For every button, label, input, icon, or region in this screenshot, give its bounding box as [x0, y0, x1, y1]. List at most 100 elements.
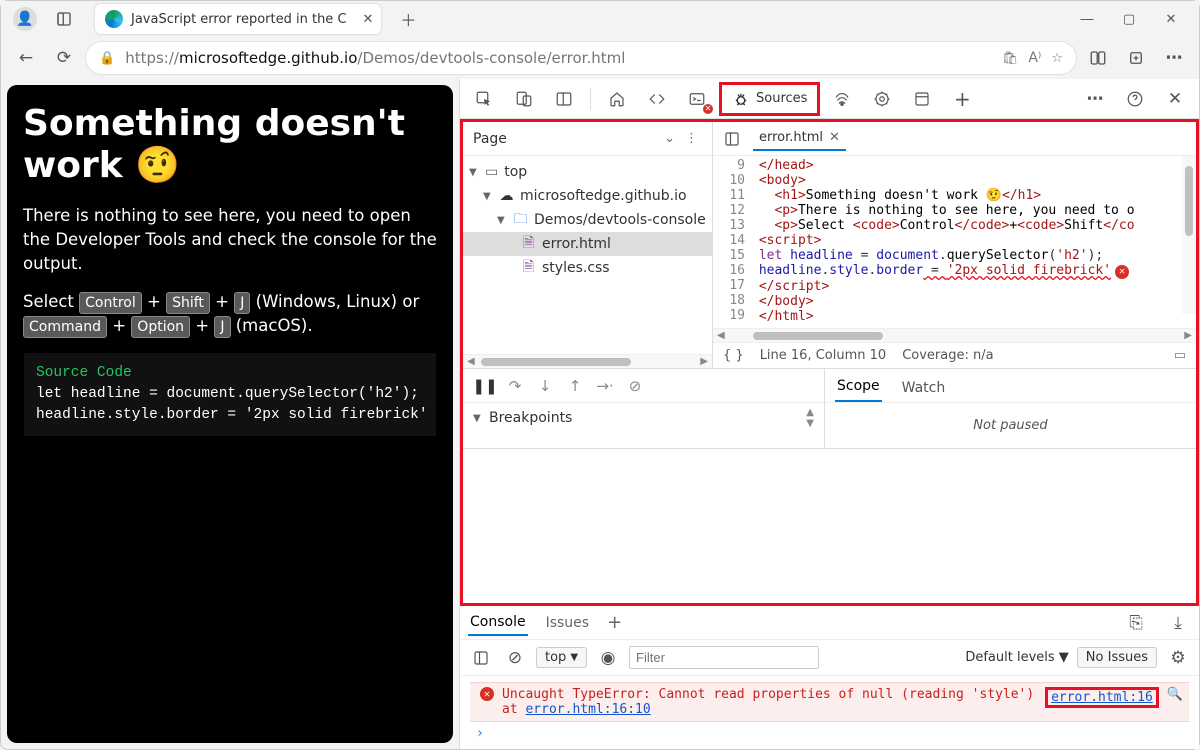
- split-screen-icon[interactable]: [1081, 41, 1115, 75]
- add-tool-icon[interactable]: +: [944, 84, 980, 114]
- sources-tool-tab[interactable]: Sources: [719, 82, 820, 116]
- console-output: ✕ Uncaught TypeError: Cannot read proper…: [460, 676, 1199, 749]
- editor-status-bar: { } Line 16, Column 10 Coverage: n/a ▭: [713, 342, 1196, 368]
- edge-logo-icon: [105, 10, 123, 28]
- console-toolbar: ⊘ top▼ ◉ Default levels ▼ No Issues ⚙: [460, 640, 1199, 676]
- issues-drawer-tab[interactable]: Issues: [544, 611, 592, 635]
- source-code-box: Source Code let headline = document.quer…: [23, 352, 437, 437]
- navigator-more-icon[interactable]: ⋮: [681, 131, 702, 146]
- webpage-content: Something doesn't work 🤨 There is nothin…: [7, 85, 453, 743]
- search-error-icon[interactable]: 🔍: [1167, 687, 1183, 702]
- console-settings-icon[interactable]: ⚙: [1165, 643, 1191, 673]
- code-content[interactable]: </head> <body> <h1>Something doesn't wor…: [751, 156, 1196, 328]
- window-close-button[interactable]: ✕: [1151, 5, 1191, 33]
- step-out-icon[interactable]: ↑: [561, 373, 589, 399]
- cursor-position: Line 16, Column 10: [760, 348, 887, 363]
- error-badge-icon[interactable]: ✕: [1115, 265, 1129, 279]
- window-titlebar: 👤 JavaScript error reported in the C ✕ ＋…: [1, 1, 1199, 37]
- tree-top[interactable]: ▼▭top: [463, 160, 712, 184]
- elements-tool-icon[interactable]: [639, 84, 675, 114]
- window-maximize-button[interactable]: ▢: [1109, 5, 1149, 33]
- devtools-more-icon[interactable]: ⋯: [1077, 84, 1113, 114]
- read-aloud-icon[interactable]: A⁾: [1028, 50, 1041, 66]
- devtools-toolbar: ✕ Sources + ⋯ ✕: [460, 79, 1199, 119]
- tree-file-html[interactable]: 🗎error.html: [463, 232, 712, 256]
- console-prompt[interactable]: ›: [470, 722, 1189, 745]
- url-text: https://microsoftedge.github.io/Demos/de…: [125, 49, 625, 67]
- tree-file-css[interactable]: 🗎styles.css: [463, 256, 712, 280]
- address-bar[interactable]: 🔒 https://microsoftedge.github.io/Demos/…: [85, 41, 1077, 75]
- devtools-help-icon[interactable]: [1117, 84, 1153, 114]
- source-editor: error.html✕ 910111213141516171819 </head…: [713, 122, 1196, 368]
- favorite-icon[interactable]: ☆: [1051, 51, 1063, 66]
- console-tool-icon[interactable]: ✕: [679, 84, 715, 114]
- expand-drawer-icon[interactable]: ⤓: [1165, 608, 1191, 638]
- chevron-down-icon[interactable]: ⌄: [664, 131, 675, 146]
- show-coverage-icon[interactable]: ▭: [1174, 348, 1186, 363]
- inspect-element-icon[interactable]: [466, 84, 502, 114]
- editor-file-tab[interactable]: error.html✕: [753, 126, 846, 151]
- console-error-row[interactable]: ✕ Uncaught TypeError: Cannot read proper…: [470, 682, 1189, 722]
- console-filter-input[interactable]: [629, 646, 819, 669]
- new-tab-button[interactable]: ＋: [391, 7, 425, 31]
- close-file-icon[interactable]: ✕: [829, 130, 840, 145]
- pause-button[interactable]: ❚❚: [471, 373, 499, 399]
- devtools-panel: ✕ Sources + ⋯ ✕ Page ⌄ ⋮: [459, 79, 1199, 749]
- editor-vscrollbar[interactable]: [1182, 156, 1196, 314]
- network-tool-icon[interactable]: [824, 84, 860, 114]
- back-button[interactable]: ←: [9, 41, 43, 75]
- deactivate-breakpoints-icon[interactable]: ⊘: [621, 373, 649, 399]
- step-icon[interactable]: →·: [591, 373, 619, 399]
- collections-icon[interactable]: [1119, 41, 1153, 75]
- live-expression-icon[interactable]: ◉: [595, 643, 621, 673]
- pretty-print-icon[interactable]: { }: [723, 348, 744, 363]
- tab-title: JavaScript error reported in the C: [131, 12, 347, 27]
- editor-nav-icon[interactable]: [719, 124, 745, 154]
- debugger-pane: ❚❚ ↷ ↓ ↑ →· ⊘ ▼Breakpoints▲▼: [463, 369, 825, 448]
- devtools-close-icon[interactable]: ✕: [1157, 84, 1193, 114]
- dock-side-icon[interactable]: [546, 84, 582, 114]
- log-levels-selector[interactable]: Default levels ▼: [965, 650, 1068, 665]
- coverage-status: Coverage: n/a: [902, 348, 993, 363]
- context-selector[interactable]: top▼: [536, 647, 587, 668]
- device-emulation-icon[interactable]: [506, 84, 542, 114]
- browser-tab[interactable]: JavaScript error reported in the C ✕: [95, 4, 381, 34]
- tree-host[interactable]: ▼☁microsoftedge.github.io: [463, 184, 712, 208]
- console-sidebar-icon[interactable]: [468, 643, 494, 673]
- step-over-icon[interactable]: ↷: [501, 373, 529, 399]
- application-tool-icon[interactable]: [904, 84, 940, 114]
- site-lock-icon[interactable]: 🔒: [99, 51, 115, 66]
- console-drawer-tab[interactable]: Console: [468, 610, 528, 636]
- refresh-button[interactable]: ⟳: [47, 41, 81, 75]
- dock-drawer-icon[interactable]: ⎘: [1123, 608, 1149, 638]
- browser-menu-icon[interactable]: ⋯: [1157, 41, 1191, 75]
- page-heading: Something doesn't work 🤨: [23, 103, 437, 188]
- add-drawer-tool-icon[interactable]: +: [607, 612, 622, 633]
- watch-tab[interactable]: Watch: [900, 374, 948, 402]
- scope-tab[interactable]: Scope: [835, 372, 882, 402]
- welcome-tool-icon[interactable]: [599, 84, 635, 114]
- page-nav-tab[interactable]: Page: [473, 131, 658, 147]
- file-navigator: Page ⌄ ⋮ ▼▭top ▼☁microsoftedge.github.io…: [463, 122, 713, 368]
- breakpoints-section[interactable]: ▼Breakpoints▲▼: [463, 403, 824, 433]
- page-intro: There is nothing to see here, you need t…: [23, 204, 437, 276]
- step-into-icon[interactable]: ↓: [531, 373, 559, 399]
- no-issues-button[interactable]: No Issues: [1077, 647, 1157, 668]
- sources-panel: Page ⌄ ⋮ ▼▭top ▼☁microsoftedge.github.io…: [460, 119, 1199, 606]
- bug-icon: [732, 90, 750, 108]
- line-gutter: 910111213141516171819: [713, 156, 751, 328]
- error-source-link[interactable]: error.html:16: [1051, 690, 1153, 705]
- page-shortcut: Select Control + Shift + J (Windows, Lin…: [23, 290, 437, 339]
- navigator-scrollbar[interactable]: ◀▶: [463, 354, 712, 368]
- close-tab-icon[interactable]: ✕: [363, 12, 374, 27]
- not-paused-message: Not paused: [825, 403, 1196, 448]
- window-minimize-button[interactable]: ―: [1067, 5, 1107, 33]
- editor-hscrollbar[interactable]: ◀▶: [713, 328, 1196, 342]
- profile-avatar[interactable]: 👤: [13, 7, 37, 31]
- workspaces-icon[interactable]: [47, 10, 81, 28]
- shopping-icon[interactable]: 🛍: [1002, 51, 1019, 66]
- performance-tool-icon[interactable]: [864, 84, 900, 114]
- stack-link[interactable]: error.html:16:10: [525, 702, 650, 717]
- tree-folder[interactable]: ▼🗀Demos/devtools-console: [463, 208, 712, 232]
- clear-console-icon[interactable]: ⊘: [502, 643, 528, 673]
